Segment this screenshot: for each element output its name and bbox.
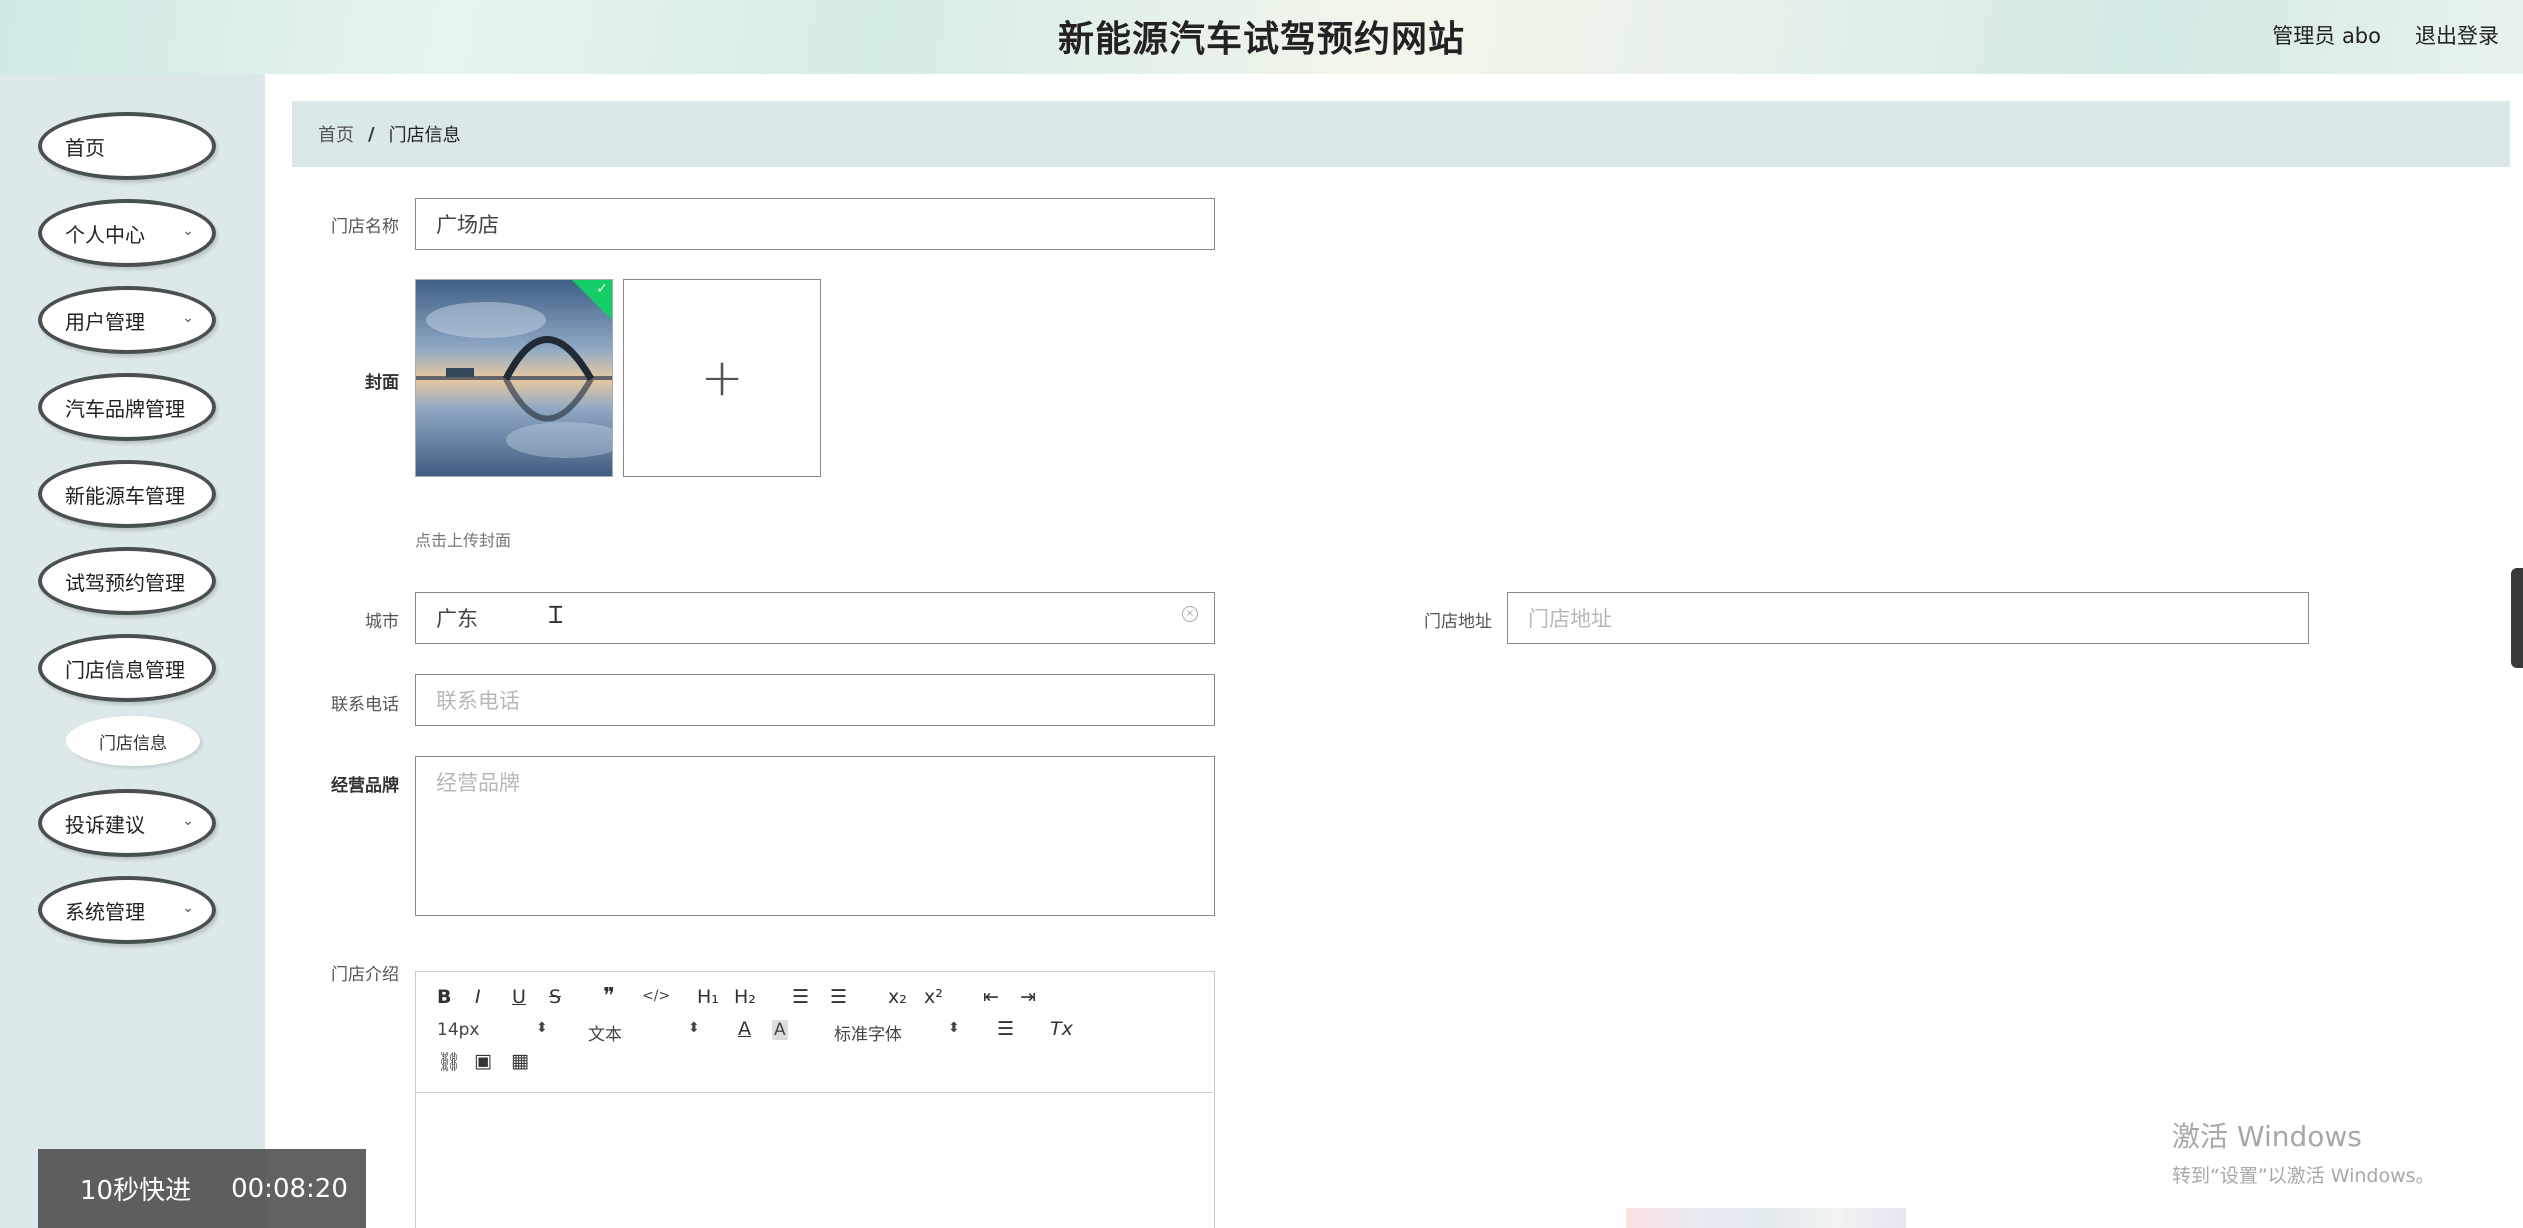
plus-icon: + (700, 348, 744, 408)
background-color-button[interactable]: A (772, 1020, 788, 1040)
strike-button[interactable]: S (549, 986, 561, 1008)
chevron-down-icon: ⌄ (182, 310, 194, 326)
bold-button[interactable]: B (437, 986, 451, 1008)
brand-textarea[interactable]: 经营品牌 (415, 756, 1215, 916)
editor-toolbar: B I U S ❞ </> H₁ H₂ ☰ ☰ x₂ x² ⇤ ⇥ 14px ⬍… (416, 972, 1213, 1093)
h2-button[interactable]: H₂ (734, 986, 756, 1008)
rich-text-editor: B I U S ❞ </> H₁ H₂ ☰ ☰ x₂ x² ⇤ ⇥ 14px ⬍… (415, 971, 1215, 1228)
font-family-select[interactable]: 标准字体 (834, 1020, 902, 1045)
video-overlay: 10秒快进 00:08:20 (38, 1149, 366, 1228)
select-arrow-icon: ⬍ (948, 1020, 960, 1036)
sidebar-item-home[interactable]: 首页 (38, 112, 216, 180)
store-name-label: 门店名称 (331, 217, 399, 237)
underline-button[interactable]: U (512, 986, 526, 1008)
sidebar-item-label: 个人中心 (65, 222, 145, 247)
sidebar-item-store-management[interactable]: 门店信息管理 (38, 634, 216, 702)
taskbar-icons-faint (1626, 1208, 1906, 1228)
superscript-button[interactable]: x² (924, 986, 943, 1008)
check-icon: ✓ (596, 281, 608, 297)
sidebar-item-label: 新能源车管理 (65, 483, 185, 508)
video-time: 00:08:20 (231, 1173, 348, 1204)
top-header: 新能源汽车试驾预约网站 管理员 abo 退出登录 (0, 0, 2523, 74)
indent-button[interactable]: ⇥ (1020, 986, 1036, 1008)
text-style-select[interactable]: 文本 (588, 1020, 622, 1045)
select-arrow-icon: ⬍ (536, 1020, 548, 1036)
city-input[interactable]: 广东 (415, 592, 1215, 644)
sidebar-item-label: 汽车品牌管理 (65, 396, 185, 421)
brand-label: 经营品牌 (331, 776, 399, 796)
image-button[interactable]: ▣ (474, 1050, 492, 1072)
intro-label: 门店介绍 (331, 965, 399, 985)
sidebar-item-brand-management[interactable]: 汽车品牌管理 (38, 373, 216, 441)
sidebar-item-ev-management[interactable]: 新能源车管理 (38, 460, 216, 528)
phone-label: 联系电话 (331, 695, 399, 715)
sidebar-item-label: 用户管理 (65, 309, 145, 334)
text-color-button[interactable]: A (738, 1018, 751, 1040)
h1-button[interactable]: H₁ (697, 986, 719, 1008)
windows-activation-watermark: 激活 Windows 转到“设置”以激活 Windows。 (2172, 1115, 2435, 1188)
chevron-down-icon: ⌄ (182, 900, 194, 916)
sidebar-item-personal-center[interactable]: 个人中心 ⌄ (38, 199, 216, 267)
sidebar-item-label: 系统管理 (65, 899, 145, 924)
bullet-list-button[interactable]: ☰ (830, 986, 847, 1008)
sidebar-subitem-store-info[interactable]: 门店信息 (66, 716, 200, 766)
watermark-line1: 激活 Windows (2172, 1120, 2362, 1153)
clear-icon[interactable]: × (1182, 606, 1198, 622)
subscript-button[interactable]: x₂ (888, 986, 907, 1008)
chevron-down-icon: ⌄ (182, 223, 194, 239)
upload-hint: 点击上传封面 (415, 531, 512, 550)
current-user: 管理员 abo (2272, 24, 2381, 48)
sidebar-item-label: 首页 (65, 135, 105, 160)
chevron-down-icon: ⌄ (182, 813, 194, 829)
cover-label: 封面 (365, 373, 399, 393)
italic-button[interactable]: I (475, 986, 481, 1008)
align-button[interactable]: ☰ (997, 1018, 1014, 1040)
address-input[interactable]: 门店地址 (1507, 592, 2309, 644)
blockquote-button[interactable]: ❞ (603, 984, 615, 1009)
link-button[interactable]: ⛓ (437, 1050, 461, 1073)
breadcrumb-current: 门店信息 (388, 125, 461, 146)
sidebar-item-label: 门店信息管理 (65, 657, 185, 682)
logout-link[interactable]: 退出登录 (2415, 20, 2499, 50)
text-cursor-icon: Ɪ (549, 601, 563, 629)
breadcrumb-home[interactable]: 首页 (318, 121, 354, 147)
code-block-button[interactable]: </> (642, 988, 670, 1004)
clear-format-button[interactable]: Tx (1050, 1018, 1073, 1040)
address-label: 门店地址 (1424, 612, 1492, 632)
side-scroll-handle[interactable] (2511, 568, 2523, 668)
watermark-line2: 转到“设置”以激活 Windows。 (2172, 1165, 2435, 1187)
sidebar-item-complaints[interactable]: 投诉建议 ⌄ (38, 789, 216, 857)
fast-forward-label[interactable]: 10秒快进 (80, 1170, 191, 1207)
font-size-select[interactable]: 14px (437, 1020, 479, 1040)
phone-input[interactable]: 联系电话 (415, 674, 1215, 726)
city-label: 城市 (365, 612, 399, 632)
store-name-input[interactable]: 广场店 (415, 198, 1215, 250)
sidebar-item-system-management[interactable]: 系统管理 ⌄ (38, 876, 216, 944)
outdent-button[interactable]: ⇤ (983, 986, 999, 1008)
sidebar-subitem-label: 门店信息 (99, 733, 167, 754)
breadcrumb-separator: / (368, 123, 375, 145)
site-title: 新能源汽车试驾预约网站 (1057, 19, 1465, 60)
ordered-list-button[interactable]: ☰ (792, 986, 809, 1008)
select-arrow-icon: ⬍ (688, 1020, 700, 1036)
sidebar-item-user-management[interactable]: 用户管理 ⌄ (38, 286, 216, 354)
sidebar-item-label: 试驾预约管理 (65, 570, 185, 595)
sidebar-item-test-drive-management[interactable]: 试驾预约管理 (38, 547, 216, 615)
upload-cover-button[interactable]: + (623, 279, 821, 477)
video-button[interactable]: ▦ (511, 1050, 529, 1072)
breadcrumb: 首页 / 门店信息 (292, 101, 2510, 167)
sidebar-item-label: 投诉建议 (65, 812, 145, 837)
cover-image[interactable]: ✓ (415, 279, 613, 477)
